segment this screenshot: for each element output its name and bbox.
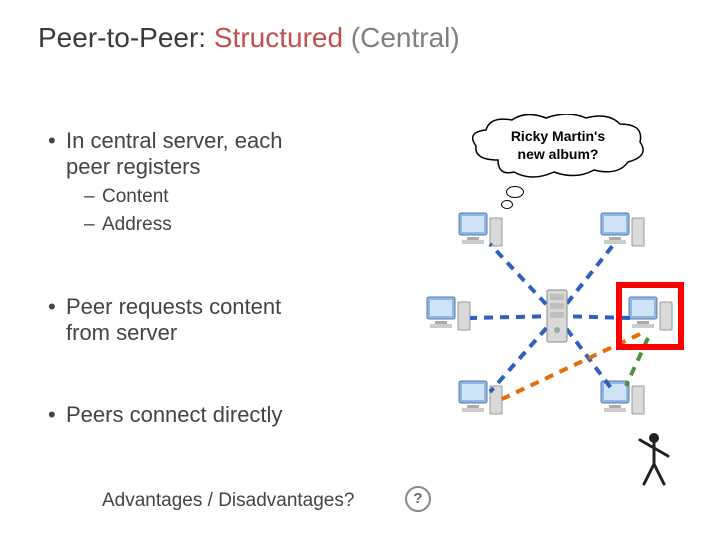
bullet-dot-icon: • <box>48 128 66 180</box>
server-icon <box>545 288 569 344</box>
bullet-2-line1: Peer requests content <box>66 294 281 319</box>
bullet-1-line2: peer registers <box>66 154 201 179</box>
bullet-2-line2: from server <box>66 320 177 345</box>
thought-line1: Ricky Martin's <box>511 128 605 144</box>
bullet-3-text: Peers connect directly <box>66 402 282 428</box>
highlight-box <box>616 282 684 350</box>
sub-2-text: Address <box>102 214 172 235</box>
body-text: • In central server, each peer registers… <box>48 128 368 432</box>
bullet-3: • Peers connect directly <box>48 402 368 428</box>
title-paren: (Central) <box>343 22 460 53</box>
slide: Peer-to-Peer: Structured (Central) • In … <box>0 0 720 540</box>
bullet-dot-icon: • <box>48 402 66 428</box>
dash-icon: – <box>84 186 102 208</box>
bullet-1: • In central server, each peer registers <box>48 128 368 180</box>
network-diagram: Ricky Martin's new album? <box>390 110 710 490</box>
title-part1: Peer-to-Peer: <box>38 22 214 53</box>
sub-bullet-1: –Content <box>84 186 368 208</box>
footer-question: Advantages / Disadvantages? <box>102 490 354 512</box>
sub-bullet-2: –Address <box>84 214 368 236</box>
thought-line2: new album? <box>518 146 599 162</box>
bullet-2: • Peer requests content from server <box>48 294 368 346</box>
sub-1-text: Content <box>102 186 169 207</box>
title-accent: Structured <box>214 22 343 53</box>
bullet-dot-icon: • <box>48 294 66 346</box>
slide-title: Peer-to-Peer: Structured (Central) <box>38 22 460 54</box>
bullet-1-line1: In central server, each <box>66 128 282 153</box>
dash-icon: – <box>84 214 102 236</box>
